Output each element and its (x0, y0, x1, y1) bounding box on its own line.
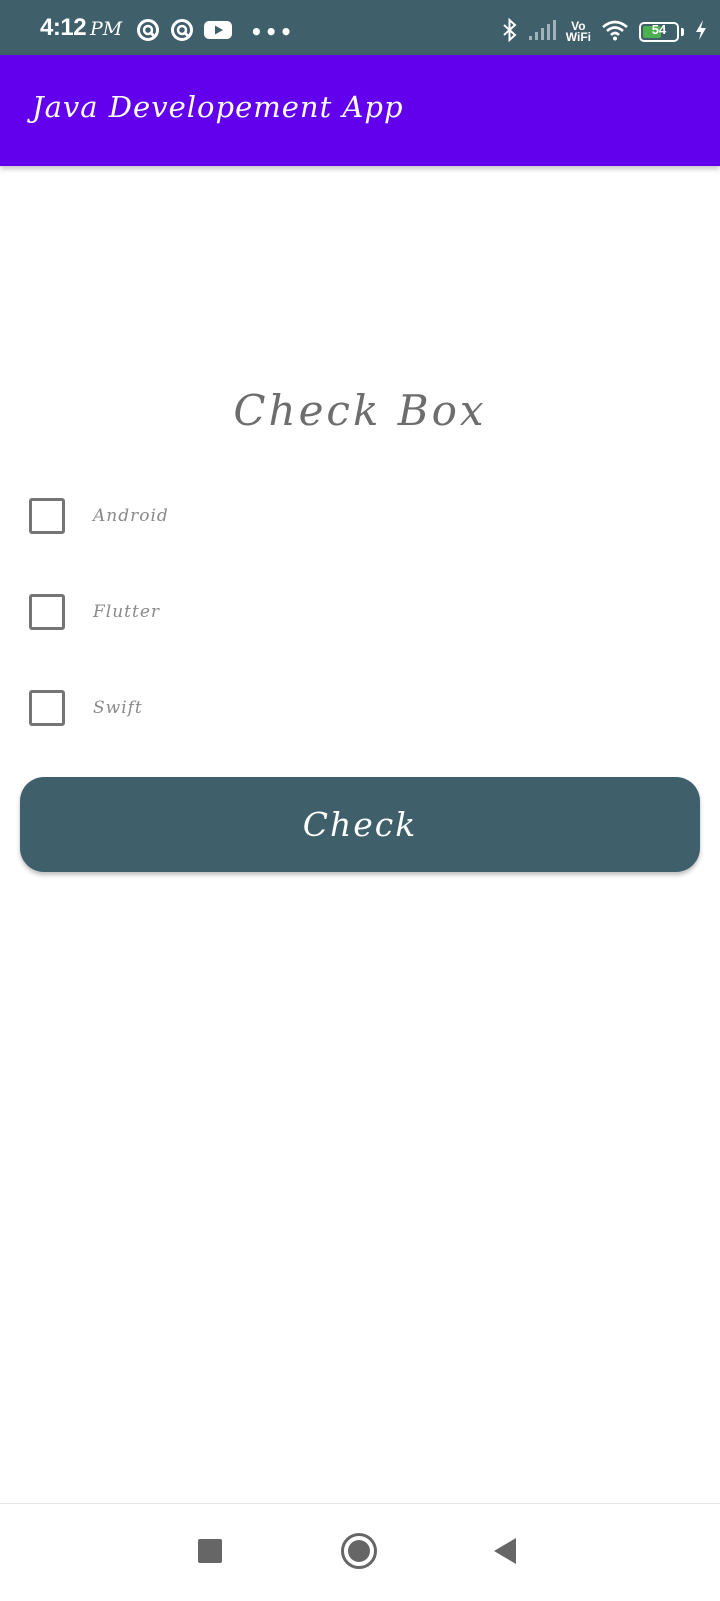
checkbox-swift[interactable]: Swift (29, 688, 143, 728)
bluetooth-icon (502, 17, 518, 46)
status-time: 4:12 (40, 14, 87, 41)
checkbox-android-box[interactable] (29, 498, 65, 534)
status-bar: 4:12 PM ••• Vo WiFi 54 (0, 0, 720, 55)
app-notification-icon (170, 18, 194, 46)
system-icons: Vo WiFi 54 (502, 17, 708, 46)
home-icon-inner (348, 1540, 370, 1562)
vowifi-wifi: WiFi (565, 30, 591, 44)
checkbox-flutter[interactable]: Flutter (29, 592, 160, 632)
checkbox-android[interactable]: Android (29, 496, 169, 536)
signal-icon (528, 19, 556, 45)
app-title: Java Developement App (32, 90, 404, 124)
youtube-icon (204, 20, 232, 44)
check-button[interactable]: Check (20, 777, 700, 872)
checkbox-flutter-box[interactable] (29, 594, 65, 630)
screen-title: Check Box (233, 386, 487, 435)
status-ampm: PM (90, 18, 123, 40)
navigation-bar (0, 1503, 720, 1601)
back-icon[interactable] (494, 1538, 516, 1564)
battery-cap (681, 28, 684, 36)
app-bar: Java Developement App (0, 55, 720, 166)
more-notifications-icon: ••• (250, 20, 295, 44)
checkbox-flutter-label[interactable]: Flutter (93, 602, 160, 622)
checkbox-swift-box[interactable] (29, 690, 65, 726)
wifi-icon (601, 19, 629, 45)
charging-icon (694, 19, 708, 45)
checkbox-swift-label[interactable]: Swift (93, 698, 143, 718)
battery-level: 54 (651, 22, 667, 37)
notification-icons: ••• (136, 18, 294, 46)
vowifi-indicator: Vo WiFi (565, 20, 591, 44)
app-notification-icon (136, 18, 160, 46)
recents-icon[interactable] (198, 1539, 222, 1563)
checkbox-android-label[interactable]: Android (93, 506, 169, 526)
battery-icon: 54 (639, 22, 679, 42)
home-icon[interactable] (341, 1533, 377, 1569)
